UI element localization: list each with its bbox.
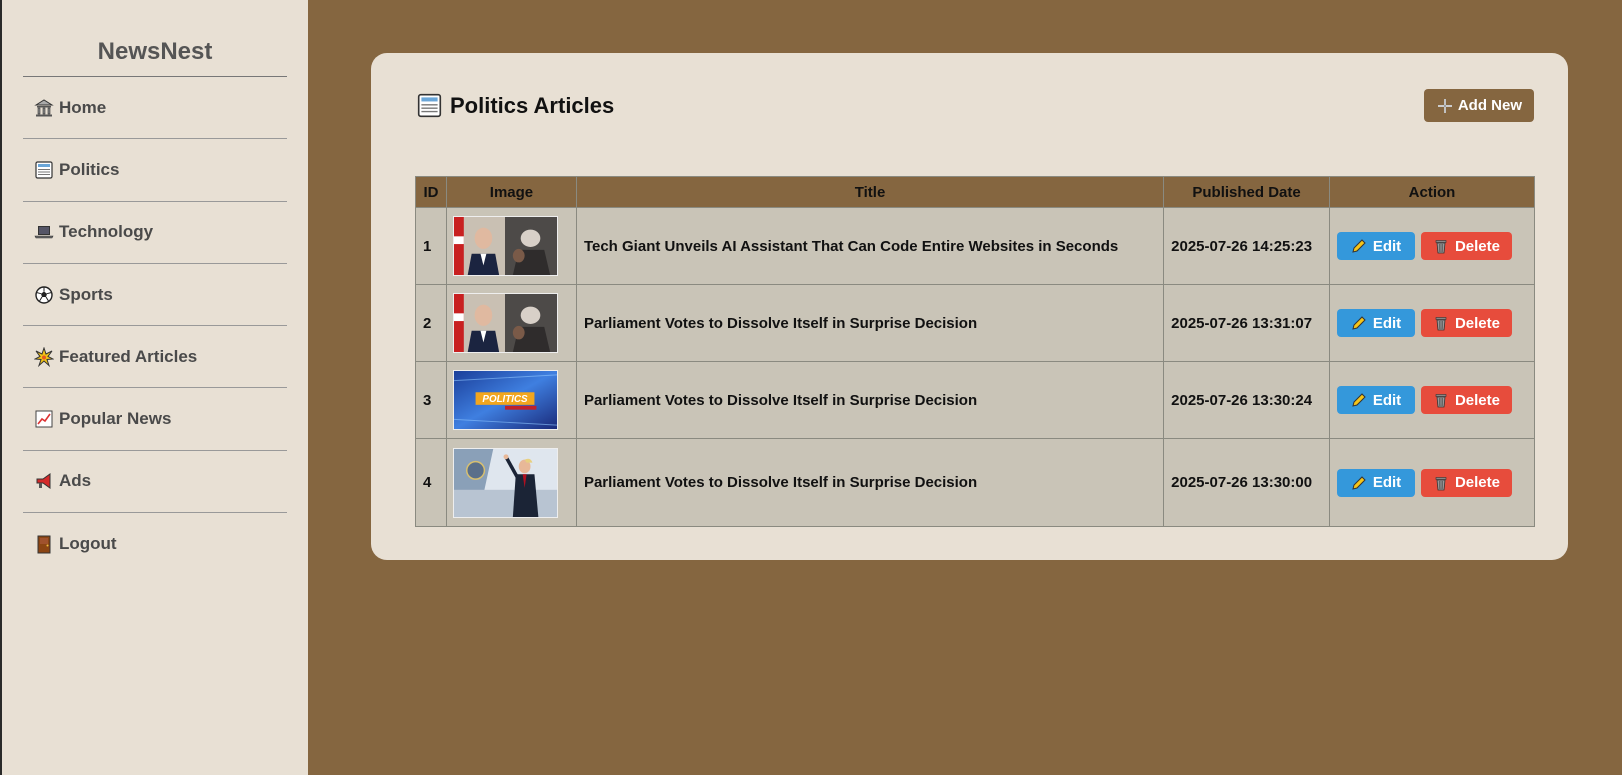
delete-label: Delete	[1454, 314, 1500, 332]
article-thumbnail: POLITICS	[452, 370, 558, 430]
sidebar-item-featured-articles[interactable]: Featured Articles	[23, 326, 287, 389]
row-image-cell	[445, 438, 577, 527]
sidebar-item-label: Technology	[59, 222, 154, 242]
article-thumbnail	[452, 293, 558, 353]
sidebar-item-label: Politics	[59, 159, 120, 179]
edit-button[interactable]: Edit	[1336, 386, 1415, 414]
sidebar-item-label: Featured Articles	[59, 346, 198, 366]
delete-button[interactable]: Delete	[1420, 468, 1512, 497]
trash-icon	[1433, 238, 1449, 254]
edit-label: Edit	[1372, 314, 1402, 332]
sidebar-item-politics[interactable]: Politics	[23, 139, 287, 202]
thumbnail-overlay-text: POLITICS	[482, 394, 528, 405]
row-image-cell	[445, 284, 577, 362]
table-row: 1 Tech Giant Unveils AI Assistant That C…	[415, 207, 1536, 285]
chart-up-icon	[33, 408, 55, 430]
door-icon	[33, 533, 55, 555]
articles-panel: Politics Articles Add New ID Image Title…	[371, 53, 1568, 560]
article-thumbnail	[452, 216, 558, 276]
row-id: 2	[415, 284, 447, 362]
sidebar-item-label: Home	[59, 97, 107, 117]
table-row: 4 Parliament Votes to Dissolve Itself in…	[415, 438, 1536, 527]
column-header-published-date: Published Date	[1163, 176, 1330, 208]
row-actions: Edit Delete	[1328, 207, 1536, 285]
bank-icon	[33, 97, 55, 119]
delete-button[interactable]: Delete	[1420, 309, 1512, 337]
brand-title: NewsNest	[23, 38, 287, 77]
table-row: 2 Parliament Votes to Dissolve Itself in…	[415, 284, 1536, 362]
newspaper-icon	[416, 92, 443, 119]
edit-button[interactable]: Edit	[1336, 468, 1415, 497]
row-id: 4	[415, 438, 447, 527]
laptop-icon	[33, 221, 55, 243]
row-title: Parliament Votes to Dissolve Itself in S…	[575, 361, 1165, 439]
add-new-label: Add New	[1457, 97, 1522, 114]
sidebar: NewsNest Home Politics Technology Sports	[0, 0, 308, 775]
sidebar-item-technology[interactable]: Technology	[23, 202, 287, 264]
pencil-icon	[1351, 392, 1367, 408]
row-actions: Edit Delete	[1328, 438, 1536, 527]
sidebar-item-logout[interactable]: Logout	[23, 513, 287, 575]
panel-header: Politics Articles Add New	[416, 89, 1534, 122]
trash-icon	[1433, 392, 1449, 408]
row-published-date: 2025-07-26 13:30:00	[1163, 438, 1330, 527]
row-id: 3	[415, 361, 447, 439]
pencil-icon	[1351, 238, 1367, 254]
row-published-date: 2025-07-26 13:31:07	[1163, 284, 1330, 362]
pencil-icon	[1351, 475, 1367, 491]
column-header-image: Image	[445, 176, 577, 208]
trash-icon	[1433, 315, 1449, 331]
row-image-cell	[445, 207, 577, 285]
table-header-row: ID Image Title Published Date Action	[415, 176, 1536, 208]
edit-label: Edit	[1372, 237, 1402, 255]
row-title: Parliament Votes to Dissolve Itself in S…	[575, 284, 1165, 362]
row-id: 1	[415, 207, 447, 285]
article-thumbnail	[452, 447, 558, 518]
sidebar-item-ads[interactable]: Ads	[23, 451, 287, 514]
row-published-date: 2025-07-26 13:30:24	[1163, 361, 1330, 439]
column-header-action: Action	[1328, 176, 1536, 208]
delete-button[interactable]: Delete	[1420, 232, 1512, 260]
row-published-date: 2025-07-26 14:25:23	[1163, 207, 1330, 285]
page-title-text: Politics Articles	[450, 92, 615, 118]
edit-button[interactable]: Edit	[1336, 309, 1415, 337]
plus-icon	[1437, 98, 1453, 114]
sidebar-item-label: Ads	[59, 471, 92, 491]
sidebar-item-label: Popular News	[59, 409, 172, 429]
sparkle-burst-icon	[33, 346, 55, 368]
delete-label: Delete	[1454, 237, 1500, 255]
row-title: Tech Giant Unveils AI Assistant That Can…	[575, 207, 1165, 285]
sidebar-item-sports[interactable]: Sports	[23, 264, 287, 327]
table-row: 3 POLITICS Parliament Votes to Dissolve …	[415, 361, 1536, 439]
row-title: Parliament Votes to Dissolve Itself in S…	[575, 438, 1165, 527]
newspaper-icon	[33, 159, 55, 181]
articles-table: ID Image Title Published Date Action 1 T…	[415, 176, 1536, 527]
trash-icon	[1433, 475, 1449, 491]
sidebar-item-popular-news[interactable]: Popular News	[23, 388, 287, 451]
edit-label: Edit	[1372, 391, 1402, 409]
add-new-button[interactable]: Add New	[1423, 89, 1534, 122]
page-title: Politics Articles	[416, 92, 614, 119]
column-header-id: ID	[415, 176, 447, 208]
row-actions: Edit Delete	[1328, 361, 1536, 439]
sidebar-item-label: Sports	[59, 284, 113, 304]
edit-button[interactable]: Edit	[1336, 232, 1415, 260]
delete-label: Delete	[1454, 474, 1500, 491]
sidebar-nav: Home Politics Technology Sports Featured…	[23, 77, 287, 575]
row-image-cell: POLITICS	[445, 361, 577, 439]
sidebar-item-label: Logout	[59, 534, 117, 554]
sidebar-item-home[interactable]: Home	[23, 77, 287, 140]
delete-label: Delete	[1454, 391, 1500, 409]
row-actions: Edit Delete	[1328, 284, 1536, 362]
column-header-title: Title	[575, 176, 1165, 208]
soccer-ball-icon	[33, 284, 55, 306]
pencil-icon	[1351, 315, 1367, 331]
megaphone-icon	[33, 470, 55, 492]
delete-button[interactable]: Delete	[1420, 386, 1512, 414]
edit-label: Edit	[1372, 474, 1402, 491]
